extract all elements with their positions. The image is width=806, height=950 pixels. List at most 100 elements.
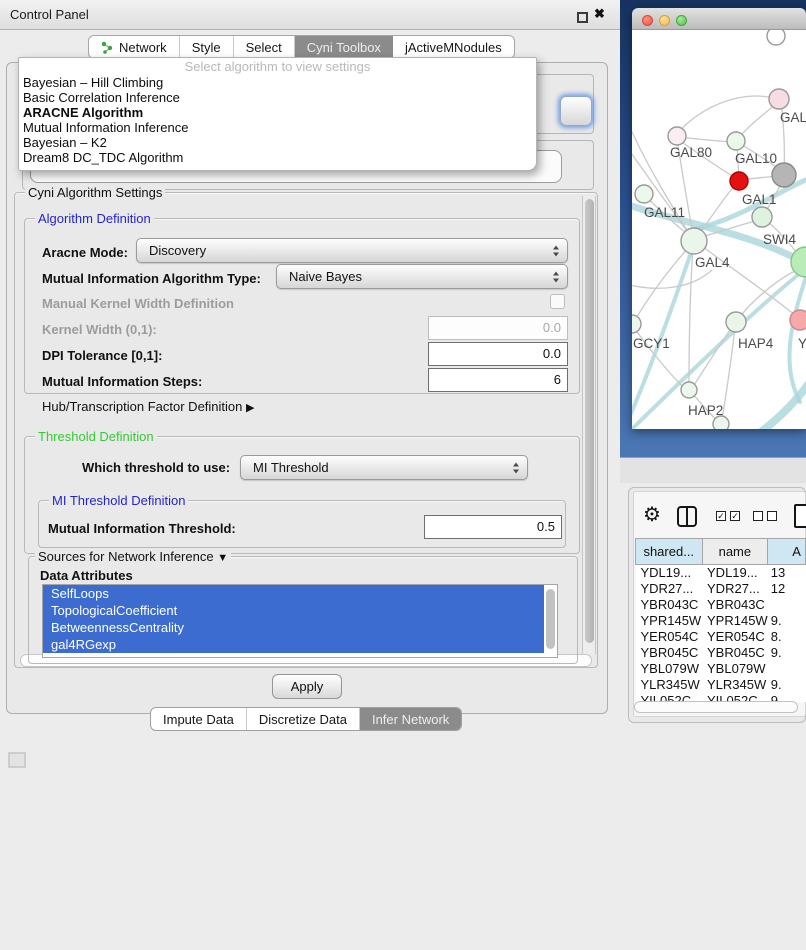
mi-type-combobox[interactable]: Naive Bayes (276, 264, 568, 289)
table-row[interactable]: YER054CYER054C8. (636, 629, 806, 645)
column-header-shared-name[interactable]: shared... (636, 539, 703, 565)
table-cell[interactable]: YPR145W (702, 613, 768, 629)
algorithm-option[interactable]: Bayesian – Hill Climbing (19, 75, 536, 90)
tab-discretize-data[interactable]: Discretize Data (247, 708, 360, 730)
list-scrollbar-thumb[interactable] (546, 589, 555, 649)
tab-network[interactable]: Network (89, 36, 180, 58)
table-cell[interactable]: YBR043C (636, 597, 703, 613)
network-edge[interactable] (739, 102, 778, 138)
network-edge[interactable] (693, 327, 732, 387)
table-row[interactable]: YPR145WYPR145W9. (636, 613, 806, 629)
float-window-icon[interactable] (577, 12, 588, 23)
table-cell[interactable]: YER054C (702, 629, 768, 645)
column-layout-icon[interactable] (677, 506, 697, 527)
network-node[interactable] (730, 172, 748, 190)
network-edge[interactable] (679, 137, 734, 142)
table-cell[interactable]: YER054C (636, 629, 703, 645)
new-table-icon[interactable] (794, 504, 806, 528)
table-cell[interactable]: 9. (768, 613, 806, 629)
settings-vertical-scrollbar[interactable] (582, 196, 596, 654)
network-node[interactable] (681, 382, 697, 398)
network-node[interactable] (681, 228, 707, 254)
table-cell[interactable]: YDL19... (702, 565, 768, 581)
table-cell[interactable] (768, 597, 806, 613)
window-minimize-button[interactable] (659, 15, 670, 26)
window-zoom-button[interactable] (676, 15, 687, 26)
kernel-width-field[interactable]: 0.0 (428, 316, 568, 340)
table-cell[interactable]: YPR145W (636, 613, 703, 629)
table-row[interactable]: YBR045CYBR045C9. (636, 645, 806, 661)
data-attribute-option[interactable]: gal4RGexp (43, 636, 544, 653)
network-node[interactable] (790, 310, 806, 330)
table-row[interactable]: YDR27...YDR27...12 (636, 581, 806, 597)
data-attribute-option[interactable]: BetweennessCentrality (43, 619, 544, 636)
close-icon[interactable]: ✖ (594, 6, 605, 22)
apply-button[interactable]: Apply (272, 674, 342, 699)
table-cell[interactable]: YBL079W (636, 661, 703, 677)
table-cell[interactable]: 12 (768, 581, 806, 597)
attribute-list[interactable]: SelfLoopsTopologicalCoefficientBetweenne… (42, 584, 558, 658)
tab-jactivemnodules[interactable]: jActiveMNodules (393, 36, 514, 58)
table-cell[interactable]: YBR045C (636, 645, 703, 661)
network-node[interactable] (752, 207, 772, 227)
tab-cyni-toolbox[interactable]: Cyni Toolbox (295, 36, 393, 58)
column-header-partial[interactable]: A (768, 539, 806, 565)
network-node[interactable] (668, 127, 686, 145)
deselect-all-checkboxes-icon[interactable] (753, 511, 777, 521)
algorithm-option[interactable]: Mutual Information Inference (19, 120, 536, 135)
mi-steps-field[interactable]: 6 (428, 368, 568, 392)
which-threshold-combobox[interactable]: MI Threshold (240, 455, 528, 480)
algorithm-option[interactable]: Bayesian – K2 (19, 135, 536, 150)
table-row[interactable]: YDL19...YDL19...13 (636, 565, 806, 581)
tab-select[interactable]: Select (234, 36, 295, 58)
aracne-mode-combobox[interactable]: Discovery (136, 238, 568, 263)
table-cell[interactable]: 9. (768, 645, 806, 661)
network-node[interactable] (769, 89, 789, 109)
dpi-tolerance-field[interactable]: 0.0 (428, 342, 568, 366)
window-close-button[interactable] (642, 15, 653, 26)
tab-style[interactable]: Style (180, 36, 234, 58)
table-row[interactable]: YLR345WYLR345W9. (636, 677, 806, 693)
table-cell[interactable]: YDR27... (702, 581, 768, 597)
manual-kernel-checkbox[interactable] (550, 294, 565, 309)
network-node[interactable] (767, 30, 785, 45)
column-header-name[interactable]: name (702, 539, 768, 565)
network-canvas[interactable]: GALGAL80GAL10GAL1GAL11SWI4GAL4GCY1HAP4YH… (632, 30, 806, 429)
select-all-checkboxes-icon[interactable]: ✓✓ (716, 511, 740, 521)
algorithm-option[interactable]: Dream8 DC_TDC Algorithm (19, 150, 536, 165)
table-row[interactable]: YBR043CYBR043C (636, 597, 806, 613)
gear-icon[interactable]: ⚙ (643, 502, 661, 527)
table-cell[interactable]: 9. (768, 677, 806, 693)
table-cell[interactable]: 8. (768, 629, 806, 645)
table-cell[interactable]: YLR345W (702, 677, 768, 693)
expand-down-icon[interactable]: ▼ (217, 552, 228, 564)
table-cell[interactable] (768, 661, 806, 677)
network-node[interactable] (772, 163, 796, 187)
network-view-window[interactable]: GALGAL80GAL10GAL1GAL11SWI4GAL4GCY1HAP4YH… (632, 8, 806, 429)
network-node[interactable] (632, 315, 641, 333)
expand-right-icon[interactable]: ▶ (246, 402, 254, 414)
table-row[interactable]: YBL079WYBL079W (636, 661, 806, 677)
network-edge[interactable] (689, 245, 693, 386)
network-node[interactable] (727, 132, 745, 150)
sources-expander[interactable]: Sources for Network Inference ▼ (35, 549, 231, 564)
tab-impute-data[interactable]: Impute Data (151, 708, 247, 730)
table-horizontal-scrollbar[interactable] (634, 701, 798, 713)
table-cell[interactable]: YBL079W (702, 661, 768, 677)
network-edge[interactable] (632, 270, 712, 288)
network-graph[interactable]: GALGAL80GAL10GAL1GAL11SWI4GAL4GCY1HAP4YH… (632, 30, 806, 429)
table-cell[interactable]: YBR045C (702, 645, 768, 661)
table-cell[interactable]: 13 (768, 565, 806, 581)
network-node[interactable] (635, 185, 653, 203)
algorithm-option[interactable]: ARACNE Algorithm (19, 105, 536, 120)
table-cell[interactable]: YDL19... (636, 565, 703, 581)
hidden-combobox-fragment[interactable] (560, 96, 592, 126)
data-attribute-option[interactable]: SelfLoops (43, 585, 544, 602)
table-cell[interactable]: YLR345W (636, 677, 703, 693)
mi-threshold-field[interactable]: 0.5 (424, 515, 562, 539)
tab-infer-network[interactable]: Infer Network (360, 708, 461, 730)
data-attribute-option[interactable]: TopologicalCoefficient (43, 602, 544, 619)
algorithm-option[interactable]: Basic Correlation Inference (19, 90, 536, 105)
table-cell[interactable]: YDR27... (636, 581, 703, 597)
hub-definition-expander[interactable]: Hub/Transcription Factor Definition ▶ (42, 399, 254, 414)
